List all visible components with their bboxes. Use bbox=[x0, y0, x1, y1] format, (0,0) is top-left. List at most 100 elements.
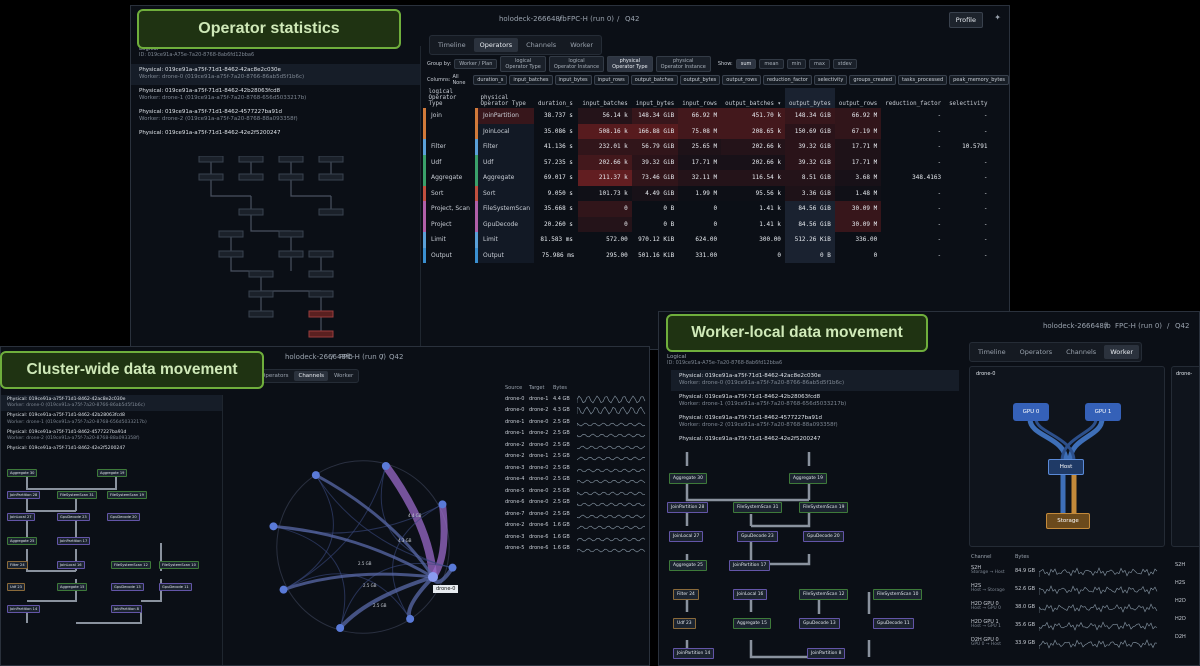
plan-item[interactable]: Physical: 019ce91a-a75f-71d1-8462-42ac8e… bbox=[1, 395, 222, 412]
dag-node[interactable]: JoinLocal 16 bbox=[733, 589, 768, 600]
dag-node[interactable]: GpuDecode 20 bbox=[107, 513, 140, 521]
channel-row[interactable]: H2S Host → Storage 52.6 GB bbox=[971, 580, 1167, 598]
drone-node[interactable] bbox=[336, 624, 345, 633]
column-chip[interactable]: input_bytes bbox=[554, 75, 592, 85]
chord-edge[interactable] bbox=[283, 573, 411, 620]
column-header[interactable]: output_batches ▾ bbox=[721, 88, 785, 108]
channel-row[interactable]: drone-2 drone-1 2.5 GB bbox=[505, 451, 649, 463]
dag-node[interactable]: GpuDecode 23 bbox=[737, 531, 778, 542]
dag-node[interactable]: GpuDecode 20 bbox=[803, 531, 844, 542]
show-sum[interactable]: sum bbox=[735, 59, 757, 69]
channel-row[interactable]: drone-1 drone-0 2.5 GB bbox=[505, 416, 649, 428]
column-header[interactable]: duration_s bbox=[534, 88, 578, 108]
table-row[interactable]: Project GpuDecode 20.260 s 0 0 B 0 1.41 k 84.56… bbox=[423, 216, 992, 232]
dag-node[interactable]: GpuDecode 23 bbox=[57, 513, 90, 521]
plan-item[interactable]: Physical: 019ce91a-a75f-71d1-8462-457722… bbox=[671, 412, 959, 433]
plan-item[interactable]: Physical: 019ce91a-a75f-71d1-8462-42b280… bbox=[671, 391, 959, 412]
groupby-logical-instance[interactable]: logical Operator Instance bbox=[548, 56, 605, 72]
column-chip[interactable]: input_rows bbox=[593, 75, 629, 85]
channel-row[interactable]: drone-3 drone-6 1.6 GB bbox=[505, 531, 649, 543]
query-breadcrumb[interactable]: Q42 bbox=[389, 353, 403, 361]
dag-node[interactable]: JoinLocal 16 bbox=[57, 561, 85, 569]
dag-node[interactable]: GpuDecode 13 bbox=[799, 618, 840, 629]
tab-timeline[interactable]: Timeline bbox=[972, 345, 1012, 359]
groupby-physical-type[interactable]: physical Operator Type bbox=[607, 56, 653, 72]
dag-node[interactable]: JoinPartition 28 bbox=[667, 502, 709, 513]
dag-node[interactable]: Aggregate 25 bbox=[669, 560, 707, 571]
dag-node[interactable]: FileSystemScan 10 bbox=[873, 589, 923, 600]
dag-node[interactable]: GpuDecode 13 bbox=[111, 583, 144, 591]
channel-row[interactable]: drone-0 drone-1 4.4 GB bbox=[505, 393, 649, 405]
table-row[interactable]: Join JoinPartition 38.737 s 56.14 k 148.34 G… bbox=[423, 108, 992, 124]
channel-row[interactable]: drone-0 drone-2 4.3 GB bbox=[505, 405, 649, 417]
column-header[interactable]: output_rows bbox=[835, 88, 881, 108]
run-breadcrumb[interactable]: FPC-H (run 0) bbox=[567, 15, 614, 23]
table-row[interactable]: JoinLocal 35.086 s 508.16 k 166.88 GiB 75.08… bbox=[423, 123, 992, 139]
channel-row[interactable]: drone-1 drone-2 2.5 GB bbox=[505, 428, 649, 440]
table-row[interactable]: Limit Limit 81.583 ms 572.00 970.12 KiB 624.0… bbox=[423, 232, 992, 248]
channel-row[interactable]: drone-2 drone-6 1.6 GB bbox=[505, 520, 649, 532]
plan-item[interactable]: Physical: 019ce91a-a75f-71d1-8462-42ac8e… bbox=[131, 64, 420, 85]
table-row[interactable]: Project, Scan FileSystemScan 35.668 s 0 0 B 0… bbox=[423, 201, 992, 217]
column-chip[interactable]: output_rows bbox=[722, 75, 761, 85]
dag-node[interactable]: FileSystemScan 19 bbox=[799, 502, 849, 513]
all-none-toggle[interactable]: All None bbox=[452, 74, 470, 86]
storage-node[interactable]: Storage bbox=[1046, 513, 1090, 529]
column-chip[interactable]: tasks_processed bbox=[898, 75, 948, 85]
tab-operators[interactable]: Operators bbox=[473, 38, 519, 52]
table-row[interactable]: Sort Sort 9.050 s 101.73 k 4.49 GiB 1.99 M 95.… bbox=[423, 185, 992, 201]
host-node[interactable]: Host bbox=[1048, 459, 1084, 475]
plan-item[interactable]: Physical: 019ce91a-a75f-71d1-8462-42e2f5… bbox=[671, 433, 959, 446]
plan-item[interactable]: Physical: 019ce91a-a75f-71d1-8462-42e2f5… bbox=[131, 127, 420, 140]
column-header[interactable]: input_rows bbox=[678, 88, 721, 108]
column-header[interactable]: physical Operator Type bbox=[477, 88, 535, 108]
column-header[interactable]: input_bytes bbox=[632, 88, 678, 108]
plan-item[interactable]: Physical: 019ce91a-a75f-71d1-8462-457722… bbox=[131, 106, 420, 127]
drone-node[interactable] bbox=[438, 500, 447, 509]
drone-node[interactable] bbox=[448, 563, 457, 572]
host-breadcrumb[interactable]: holodeck-266648fb bbox=[1043, 322, 1111, 330]
dag-node[interactable]: FileSystemScan 31 bbox=[733, 502, 783, 513]
dag-node[interactable]: JoinPartition 17 bbox=[729, 560, 771, 571]
dag-node[interactable]: FileSystemScan 10 bbox=[159, 561, 199, 569]
tab-worker[interactable]: Worker bbox=[564, 38, 599, 52]
pin-icon[interactable]: ✦ bbox=[994, 13, 1001, 22]
dag-node[interactable]: Aggregate 15 bbox=[733, 618, 771, 629]
tab-operators[interactable]: Operators bbox=[1014, 345, 1058, 359]
dag-node[interactable]: FileSystemScan 19 bbox=[107, 491, 147, 499]
dag-node[interactable]: GpuDecode 11 bbox=[873, 618, 914, 629]
column-chip[interactable]: peak_memory_bytes bbox=[949, 75, 1009, 85]
dag-node[interactable]: JoinLocal 27 bbox=[669, 531, 704, 542]
gpu0-node[interactable]: GPU 0 bbox=[1013, 403, 1049, 421]
dag-node[interactable]: JoinPartition 8 bbox=[111, 605, 142, 613]
dag-node[interactable]: JoinPartition 8 bbox=[807, 648, 846, 659]
column-header[interactable]: selectivity bbox=[945, 88, 991, 108]
dag-node[interactable]: FileSystemScan 12 bbox=[111, 561, 151, 569]
profile-button[interactable]: Profile bbox=[948, 12, 983, 28]
run-breadcrumb[interactable]: FPC-H (run 0) bbox=[1115, 322, 1162, 330]
channel-row[interactable]: drone-3 drone-0 2.5 GB bbox=[505, 462, 649, 474]
tab-worker[interactable]: Worker bbox=[1104, 345, 1140, 359]
dag-node[interactable]: JoinPartition 14 bbox=[673, 648, 715, 659]
channel-row[interactable]: drone-4 drone-0 2.5 GB bbox=[505, 474, 649, 486]
dag-node[interactable]: FileSystemScan 31 bbox=[57, 491, 97, 499]
show-max[interactable]: max bbox=[809, 59, 830, 69]
drone-node[interactable] bbox=[381, 461, 390, 470]
column-chip[interactable]: output_bytes bbox=[679, 75, 721, 85]
dag-node[interactable]: Filter 24 bbox=[673, 589, 699, 600]
dag-node[interactable]: Aggregate 25 bbox=[7, 537, 38, 545]
channel-row[interactable]: drone-5 drone-6 1.6 GB bbox=[505, 543, 649, 555]
drone-node[interactable] bbox=[311, 471, 320, 480]
dag-node[interactable]: GpuDecode 11 bbox=[159, 583, 192, 591]
column-chip[interactable]: duration_s bbox=[473, 75, 508, 85]
tab-channels[interactable]: Channels bbox=[520, 38, 562, 52]
channel-row[interactable]: drone-5 drone-0 2.5 GB bbox=[505, 485, 649, 497]
tab-channels[interactable]: Channels bbox=[294, 371, 328, 381]
dag-node[interactable]: Aggregate 30 bbox=[7, 469, 38, 477]
dag-node[interactable]: Udf 23 bbox=[673, 618, 696, 629]
dag-node[interactable]: JoinPartition 17 bbox=[57, 537, 91, 545]
column-header[interactable]: reduction_factor bbox=[881, 88, 945, 108]
column-header[interactable]: output_bytes bbox=[784, 88, 835, 108]
tab-timeline[interactable]: Timeline bbox=[432, 38, 472, 52]
drone-node[interactable] bbox=[406, 614, 415, 623]
